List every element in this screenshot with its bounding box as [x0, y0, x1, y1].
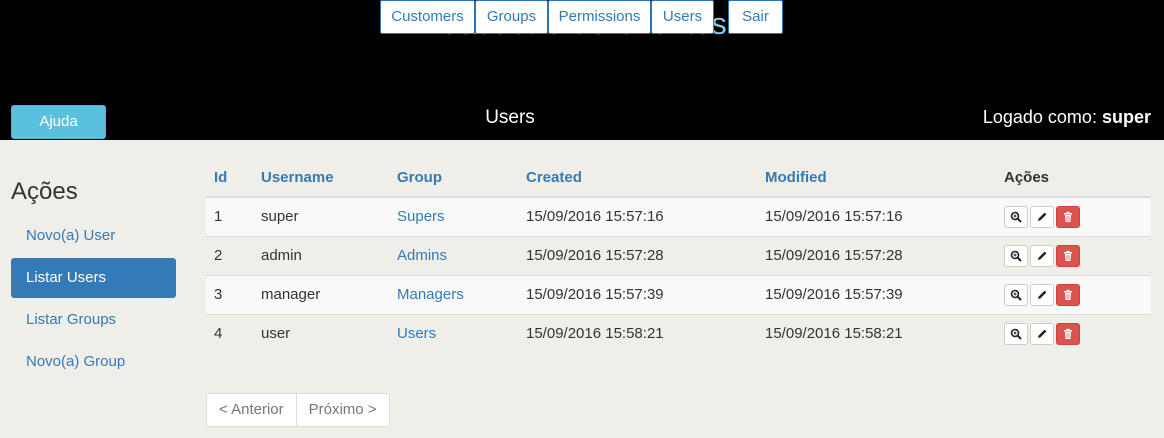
edit-button[interactable]	[1030, 322, 1054, 345]
sidebar-item-new-group[interactable]: Novo(a) Group	[11, 342, 176, 382]
group-link[interactable]: Managers	[397, 286, 464, 303]
group-link[interactable]: Users	[397, 325, 436, 342]
delete-icon	[1062, 286, 1074, 303]
edit-icon	[1036, 286, 1048, 303]
cell-actions	[996, 235, 1151, 275]
cell-modified: 15/09/2016 15:57:16	[757, 196, 996, 236]
view-icon	[1010, 286, 1022, 303]
cell-created: 15/09/2016 15:57:28	[518, 235, 757, 275]
view-icon	[1010, 247, 1022, 264]
cell-actions	[996, 313, 1151, 353]
cell-id: 3	[206, 274, 253, 314]
col-header-modified[interactable]: Modified	[757, 158, 996, 198]
delete-button[interactable]	[1056, 283, 1080, 306]
cell-modified: 15/09/2016 15:57:39	[757, 274, 996, 314]
nav-users-button[interactable]: Users	[651, 0, 714, 34]
cell-id: 1	[206, 196, 253, 236]
col-header-id[interactable]: Id	[206, 158, 253, 198]
nav-groups-button[interactable]: Groups	[475, 0, 548, 34]
delete-icon	[1062, 208, 1074, 225]
cell-created: 15/09/2016 15:58:21	[518, 313, 757, 353]
delete-icon	[1062, 247, 1074, 264]
cell-id: 4	[206, 313, 253, 353]
col-header-group[interactable]: Group	[389, 158, 518, 198]
sidebar-item-new-user[interactable]: Novo(a) User	[11, 216, 176, 256]
edit-button[interactable]	[1030, 244, 1054, 267]
users-table: Id Username Group Created Modified Ações…	[206, 158, 1151, 353]
table-row: 2 admin Admins 15/09/2016 15:57:28 15/09/201…	[206, 235, 1151, 275]
col-header-created[interactable]: Created	[518, 158, 757, 198]
cell-modified: 15/09/2016 15:58:21	[757, 313, 996, 353]
nav-permissions-button[interactable]: Permissions	[548, 0, 651, 34]
view-button[interactable]	[1004, 322, 1028, 345]
edit-icon	[1036, 325, 1048, 342]
col-header-username[interactable]: Username	[253, 158, 389, 198]
cell-group: Users	[389, 313, 518, 353]
view-button[interactable]	[1004, 205, 1028, 228]
nav-customers-button[interactable]: Customers	[380, 0, 475, 34]
group-link[interactable]: Supers	[397, 208, 445, 225]
edit-button[interactable]	[1030, 283, 1054, 306]
edit-button[interactable]	[1030, 205, 1054, 228]
delete-icon	[1062, 325, 1074, 342]
cell-actions	[996, 196, 1151, 236]
group-link[interactable]: Admins	[397, 247, 447, 264]
logout-button[interactable]: Sair	[728, 0, 783, 34]
edit-icon	[1036, 208, 1048, 225]
delete-button[interactable]	[1056, 205, 1080, 228]
cell-created: 15/09/2016 15:57:16	[518, 196, 757, 236]
table-row: 3 manager Managers 15/09/2016 15:57:39 15/09…	[206, 274, 1151, 314]
table-row: 4 user Users 15/09/2016 15:58:21 15/09/2016 …	[206, 313, 1151, 353]
cell-group: Admins	[389, 235, 518, 275]
view-icon	[1010, 208, 1022, 225]
cell-username: user	[253, 313, 389, 353]
sidebar-heading: Ações	[11, 178, 78, 205]
delete-button[interactable]	[1056, 244, 1080, 267]
logged-username: super	[1101, 107, 1151, 127]
prev-page-button[interactable]: < Anterior	[207, 394, 296, 426]
sidebar-item-list-users[interactable]: Listar Users	[11, 258, 176, 298]
logged-user-info: Logado como: super	[983, 107, 1151, 128]
sidebar-item-list-groups[interactable]: Listar Groups	[11, 300, 176, 340]
table-header-row: Id Username Group Created Modified Ações	[206, 158, 1151, 198]
cell-username: admin	[253, 235, 389, 275]
pagination: < Anterior Próximo >	[206, 393, 390, 427]
view-button[interactable]	[1004, 283, 1028, 306]
edit-icon	[1036, 247, 1048, 264]
cell-username: manager	[253, 274, 389, 314]
header-bar: Cadastro de Clientes Customers Groups Pe…	[0, 0, 1164, 140]
cell-modified: 15/09/2016 15:57:28	[757, 235, 996, 275]
delete-button[interactable]	[1056, 322, 1080, 345]
cell-actions	[996, 274, 1151, 314]
cell-username: super	[253, 196, 389, 236]
view-icon	[1010, 325, 1022, 342]
cell-group: Supers	[389, 196, 518, 236]
cell-group: Managers	[389, 274, 518, 314]
view-button[interactable]	[1004, 244, 1028, 267]
col-header-actions: Ações	[996, 158, 1151, 198]
section-title: Users	[485, 107, 535, 128]
next-page-button[interactable]: Próximo >	[295, 394, 389, 426]
cell-id: 2	[206, 235, 253, 275]
cell-created: 15/09/2016 15:57:39	[518, 274, 757, 314]
logged-label: Logado como:	[982, 107, 1097, 127]
table-row: 1 super Supers 15/09/2016 15:57:16 15/09/201…	[206, 196, 1151, 236]
